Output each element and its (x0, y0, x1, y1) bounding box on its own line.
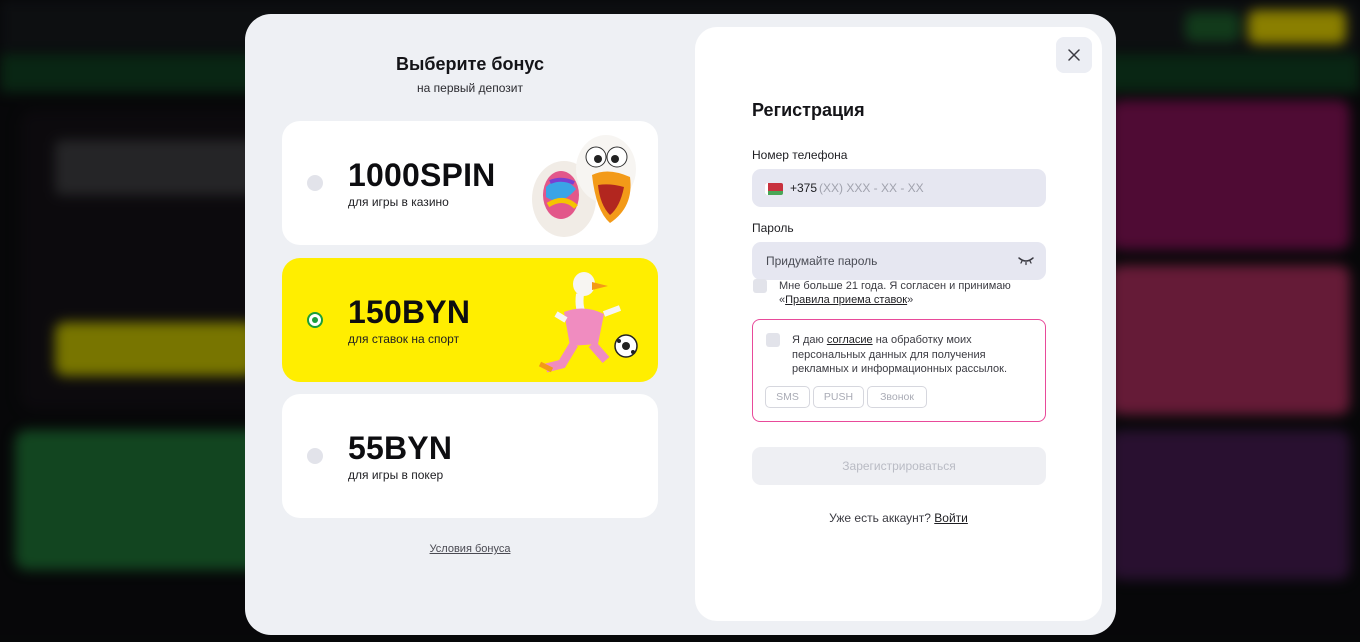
registration-panel: Регистрация Номер телефона +375 (XX) XXX… (695, 27, 1102, 621)
channel-call-button[interactable]: Звонок (867, 386, 927, 408)
phone-label: Номер телефона (752, 148, 848, 162)
password-label: Пароль (752, 221, 794, 235)
bonus-description: для игры в казино (348, 195, 449, 209)
bonus-option-poker[interactable]: 55BYN для игры в покер (282, 394, 658, 518)
bonus-radio-selected[interactable] (307, 312, 323, 328)
login-prompt-text: Уже есть аккаунт? (829, 511, 935, 525)
login-prompt: Уже есть аккаунт? Войти (695, 511, 1102, 525)
age-agreement-close: » (907, 294, 914, 306)
close-icon (1068, 49, 1080, 61)
consent-checkbox[interactable] (766, 333, 780, 347)
goose-football-illustration (538, 272, 638, 373)
password-placeholder: Придумайте пароль (766, 254, 878, 268)
channel-push-button[interactable]: PUSH (813, 386, 864, 408)
password-input[interactable]: Придумайте пароль (752, 242, 1046, 280)
belarus-flag-icon (765, 183, 783, 195)
bonus-option-casino[interactable]: 1000SPIN для игры в казино (282, 121, 658, 245)
goose-with-egg-illustration (532, 135, 636, 237)
phone-input[interactable]: +375 (XX) XXX - XX - XX (752, 169, 1046, 207)
betting-rules-link[interactable]: Правила приема ставок (785, 294, 907, 306)
consent-prefix: Я даю (792, 334, 827, 346)
channel-sms-button[interactable]: SMS (765, 386, 810, 408)
consent-link[interactable]: согласие (827, 334, 873, 346)
bonus-option-sport[interactable]: 150BYN для ставок на спорт (282, 258, 658, 382)
bonus-panel: Выберите бонус на первый депозит 1000SPI… (245, 14, 695, 635)
bonus-amount: 1000SPIN (348, 157, 496, 193)
consent-text: Я даю согласие на обработку моих персона… (792, 333, 1032, 377)
login-link[interactable]: Войти (934, 511, 968, 525)
eye-closed-icon[interactable] (1017, 253, 1035, 267)
age-agreement-text: Мне больше 21 года. Я согласен и принима… (779, 279, 1019, 307)
bonus-terms-link[interactable]: Условия бонуса (245, 543, 695, 555)
bonus-amount: 150BYN (348, 294, 471, 330)
bonus-radio[interactable] (307, 448, 323, 464)
phone-country-code: +375 (790, 181, 818, 195)
age-checkbox[interactable] (753, 279, 767, 293)
marketing-consent-box: Я даю согласие на обработку моих персона… (752, 319, 1046, 422)
bonus-title: Выберите бонус (396, 54, 544, 74)
registration-modal: Выберите бонус на первый депозит 1000SPI… (245, 14, 1116, 635)
bonus-description: для игры в покер (348, 468, 444, 482)
registration-title: Регистрация (752, 100, 865, 120)
bonus-amount: 55BYN (348, 430, 453, 466)
bonus-description: для ставок на спорт (348, 332, 460, 346)
close-button[interactable] (1056, 37, 1092, 73)
register-button[interactable]: Зарегистрироваться (752, 447, 1046, 485)
phone-placeholder: (XX) XXX - XX - XX (819, 181, 924, 195)
bonus-subtitle: на первый депозит (417, 81, 523, 95)
bonus-radio[interactable] (307, 175, 323, 191)
